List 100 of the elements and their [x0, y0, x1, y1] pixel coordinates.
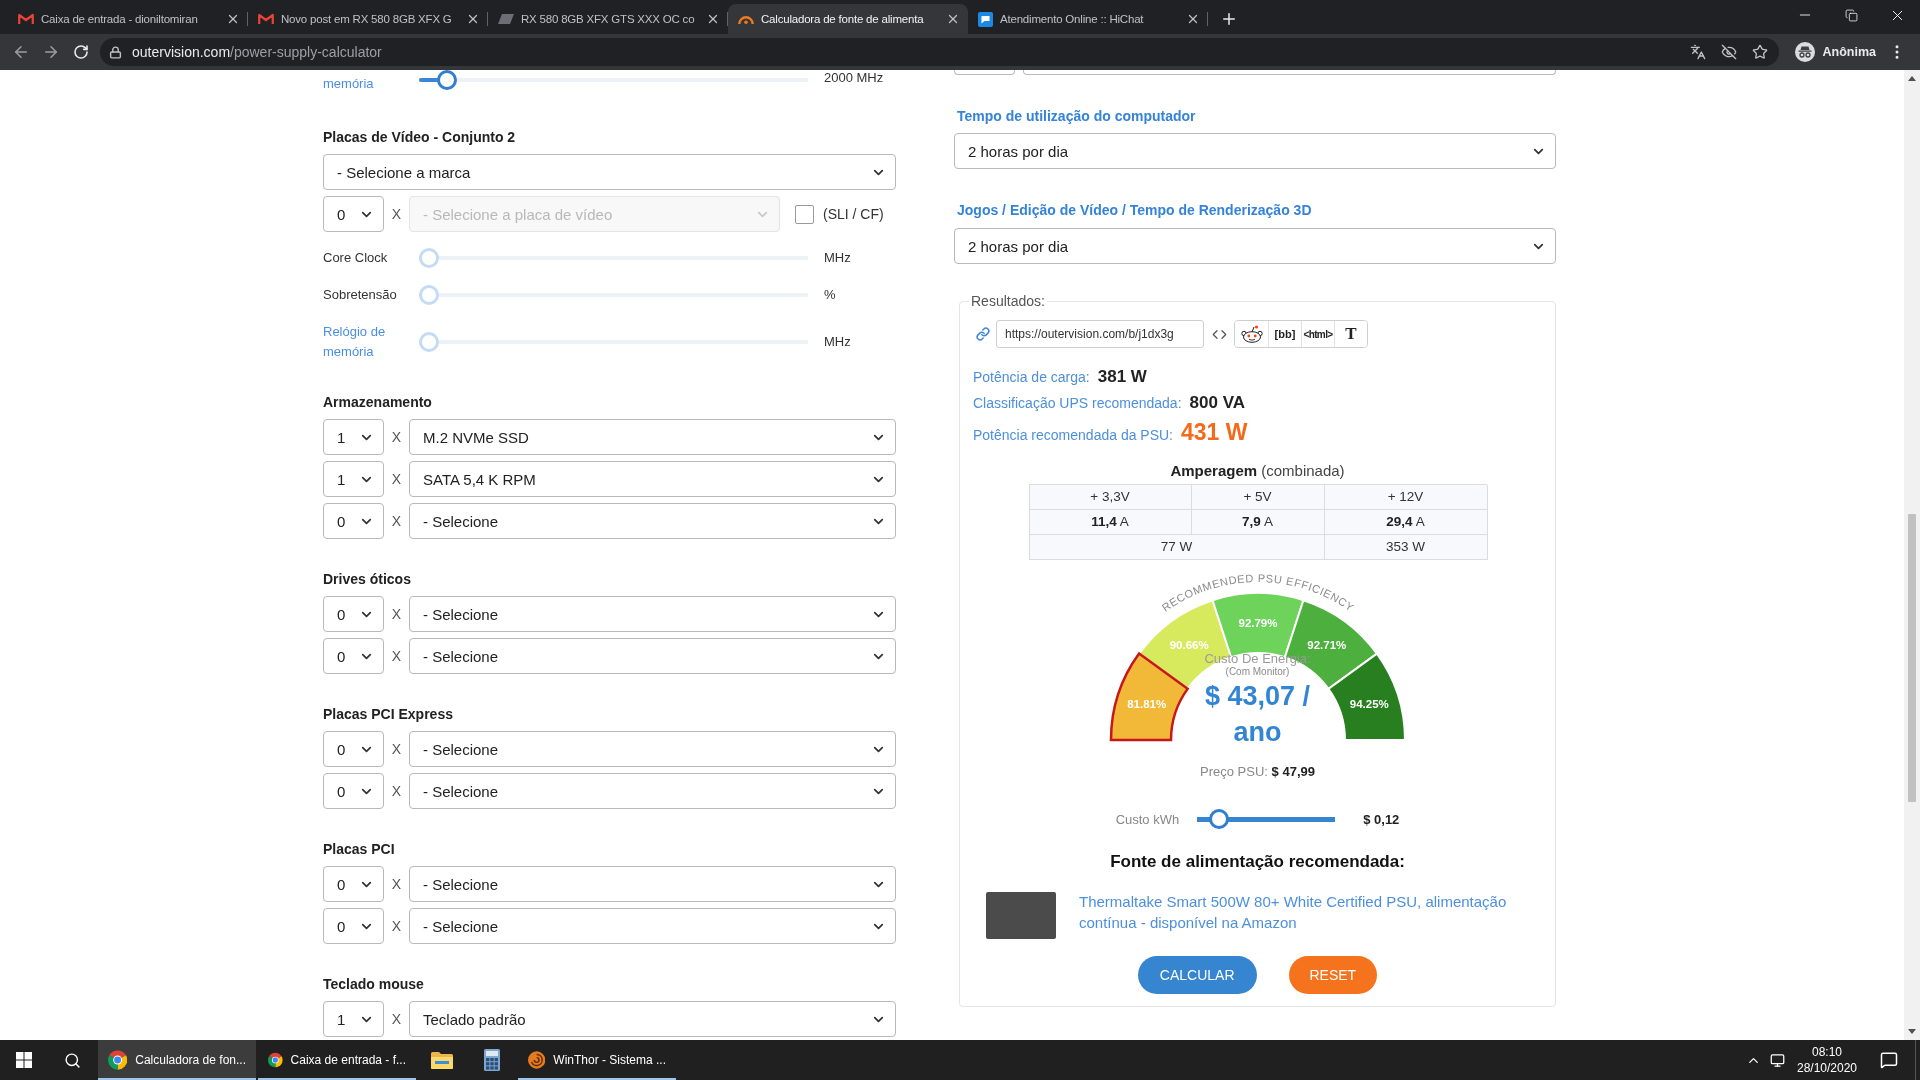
close-icon[interactable]	[706, 12, 720, 26]
eye-off-icon[interactable]	[1720, 44, 1737, 60]
select-field[interactable]: 1	[323, 419, 384, 455]
caret-down-icon[interactable]	[1908, 1029, 1916, 1034]
photo-placeholder	[986, 892, 1056, 939]
browser-tab[interactable]: Novo post em RX 580 8GB XFX G	[248, 4, 488, 34]
browser-icon	[268, 1050, 283, 1070]
recommendation-heading: Fonte de alimentação recomendada:	[1109, 851, 1406, 873]
browser-tab[interactable]: Caixa de entrada - dioniltomiran	[8, 4, 248, 34]
forward-icon[interactable]	[42, 43, 60, 61]
section-heading: Armazenamento	[323, 393, 433, 412]
windows-logo-icon[interactable]	[16, 1052, 32, 1068]
table-title: Amperagem (combinada)	[1169, 461, 1346, 481]
select-field[interactable]: 0	[323, 503, 384, 539]
select-field[interactable]: - Selecione	[409, 596, 896, 632]
lock-icon	[109, 45, 122, 59]
table-cell: 29,4 A	[1324, 510, 1488, 535]
select-field[interactable]: M.2 NVMe SSD	[409, 419, 896, 455]
clock-date[interactable]: 28/10/2020	[1796, 1060, 1858, 1076]
select-field[interactable]: 0	[323, 596, 384, 632]
monitor-icon[interactable]	[1769, 1052, 1785, 1068]
address-field[interactable]: outervision.com/power-supply-calculator	[100, 38, 1779, 66]
close-icon[interactable]	[946, 12, 960, 26]
profile-button[interactable]: Anônima	[1788, 38, 1882, 66]
multiplier-label: X	[390, 1011, 403, 1027]
multiplier-label: X	[390, 606, 403, 622]
select-field[interactable]: - Selecione a marca	[323, 154, 896, 190]
metric-value: 381 W	[1097, 367, 1147, 387]
select-field[interactable]: 2 horas por dia	[954, 133, 1556, 169]
taskbar-app[interactable]: WinThor - Sistema ...	[518, 1040, 676, 1080]
select-field[interactable]: Teclado padrão	[409, 1001, 896, 1037]
slider-value: MHz	[824, 334, 852, 350]
select-field[interactable]: 0	[323, 908, 384, 944]
close-icon[interactable]	[1186, 12, 1200, 26]
calculator-icon	[484, 1049, 500, 1071]
select-field[interactable]	[954, 70, 1015, 75]
cost-note: (Com Monitor)	[1225, 666, 1290, 678]
notification-icon[interactable]	[1880, 1051, 1898, 1069]
slider-value: $ 0,12	[1363, 811, 1400, 827]
select-field[interactable]	[1023, 70, 1556, 75]
share-url-field[interactable]: https://outervision.com/b/j1dx3g	[996, 320, 1204, 348]
select-field[interactable]: 0	[323, 773, 384, 809]
translate-icon[interactable]	[1689, 44, 1706, 60]
table-cell: 77 W	[1029, 535, 1325, 560]
energy-cost: $ 43,07 / ano	[1203, 680, 1312, 749]
checkbox[interactable]	[795, 204, 814, 224]
multiplier-label: X	[390, 783, 403, 799]
caret-up-icon[interactable]	[1908, 76, 1916, 81]
select-field[interactable]: - Selecione	[409, 503, 896, 539]
close-icon[interactable]	[466, 12, 480, 26]
slider-thumb[interactable]	[1209, 809, 1229, 829]
star-icon[interactable]	[1751, 44, 1768, 60]
back-icon[interactable]	[12, 43, 30, 61]
select-field[interactable]: 1	[323, 1001, 384, 1037]
select-field[interactable]: 0	[323, 638, 384, 674]
link-icon	[976, 327, 990, 341]
metric-value: 800 VA	[1189, 393, 1245, 413]
select-field[interactable]: 0	[323, 196, 384, 232]
percent-label: 92.71%	[1306, 639, 1346, 652]
select-field[interactable]: - Selecione	[409, 773, 896, 809]
plus-icon[interactable]	[1220, 10, 1238, 28]
reload-icon[interactable]	[73, 44, 89, 60]
question-label: Jogos / Edição de Vídeo / Tempo de Renderização 3D	[956, 201, 1313, 219]
scrollbar-thumb[interactable]	[1908, 514, 1916, 802]
browser-tab[interactable]: Calculadora de fonte de alimenta	[728, 4, 968, 34]
clock-time[interactable]: 08:10	[1812, 1044, 1842, 1060]
slider-value: MHz	[824, 250, 852, 266]
section-heading: Teclado mouse	[323, 975, 425, 994]
psu-price: Preço PSU: $ 47,99	[1200, 763, 1315, 781]
select-field[interactable]: 1	[323, 461, 384, 497]
browser-icon	[108, 1050, 128, 1070]
select-field[interactable]: 0	[323, 731, 384, 767]
restore-icon[interactable]	[1844, 8, 1858, 22]
search-icon[interactable]	[63, 1051, 81, 1069]
select-field[interactable]: - Selecione	[409, 866, 896, 902]
chat-icon	[978, 11, 993, 27]
close-icon[interactable]	[226, 12, 240, 26]
select-field[interactable]: 2 horas por dia	[954, 228, 1556, 264]
table-cell: + 3,3V	[1029, 485, 1192, 510]
browser-tab[interactable]: RX 580 8GB XFX GTS XXX OC co	[488, 4, 728, 34]
select-field[interactable]: - Selecione	[409, 731, 896, 767]
taskbar-app[interactable]: Calculadora de fon...	[98, 1040, 256, 1080]
select-field[interactable]: - Selecione	[409, 908, 896, 944]
multiplier-label: X	[390, 741, 403, 757]
browser-tab[interactable]: Atendimento Online :: HiChat	[968, 4, 1208, 34]
select-field[interactable]: 0	[323, 866, 384, 902]
percent-label: 81.81%	[1126, 697, 1166, 710]
table-cell: + 12V	[1324, 485, 1488, 510]
panel-legend: Resultados:	[969, 292, 1047, 310]
select-field[interactable]: SATA 5,4 K RPM	[409, 461, 896, 497]
select-field[interactable]: - Selecione	[409, 638, 896, 674]
share-button[interactable]: <html>	[1301, 321, 1334, 347]
swirl-logo-icon	[528, 1049, 546, 1071]
table-cell: 11,4 A	[1029, 510, 1192, 535]
share-button[interactable]: T	[1334, 321, 1367, 347]
slider-thumb[interactable]	[437, 70, 458, 90]
logo-icon	[498, 14, 514, 24]
calculate-button[interactable]: CALCULAR	[1137, 956, 1257, 994]
slider-label: Custo kWh	[1115, 811, 1180, 827]
taskbar-app[interactable]: Caixa de entrada - f...	[258, 1040, 416, 1080]
